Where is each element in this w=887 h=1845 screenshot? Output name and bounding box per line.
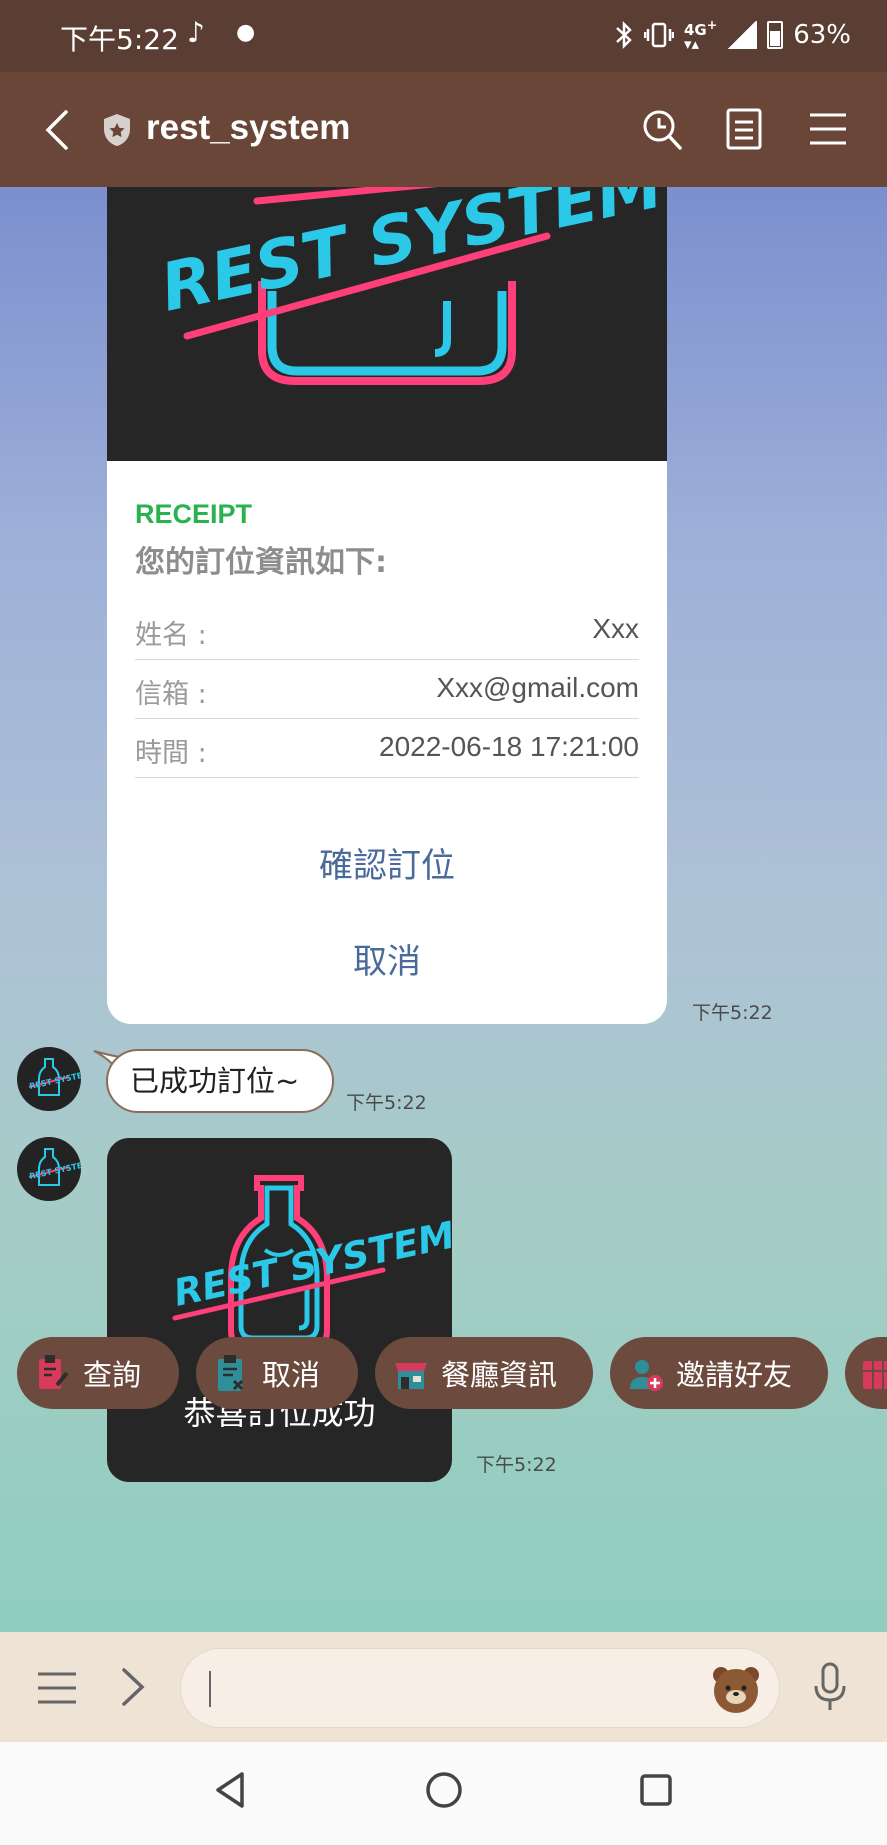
add-friend-icon xyxy=(630,1360,663,1391)
vibrate-icon xyxy=(643,22,674,47)
message-timestamp: 下午5:22 xyxy=(692,1002,773,1024)
menu-icon[interactable] xyxy=(36,1670,78,1706)
row-key: 時間 : xyxy=(135,738,207,769)
row-key: 姓名 : xyxy=(135,620,207,651)
hero-image: REST SYSTEM xyxy=(107,187,667,461)
row-key: 信箱 : xyxy=(135,679,207,710)
message-composer xyxy=(0,1632,887,1742)
quick-reply-label: 取消 xyxy=(262,1358,321,1392)
quick-reply-restaurant-info[interactable]: 餐廳資訊 xyxy=(375,1337,593,1409)
text-caret xyxy=(209,1671,211,1707)
bluetooth-icon xyxy=(616,20,632,49)
chat-area: REST SYSTEM RECEIPT 您的訂位資訊如下: 姓名 : Xxx 信… xyxy=(0,187,887,1632)
quick-reply-cancel[interactable]: 取消 xyxy=(196,1337,358,1409)
search-icon[interactable] xyxy=(640,106,684,152)
svg-text:REST SYSTEM: REST SYSTEM xyxy=(29,1159,81,1181)
chevron-right-icon[interactable] xyxy=(118,1666,148,1708)
receipt-title: 您的訂位資訊如下: xyxy=(135,545,387,580)
quick-reply-label: 查詢 xyxy=(83,1358,142,1392)
bear-sticker-icon[interactable] xyxy=(709,1661,763,1715)
battery-icon xyxy=(767,20,784,49)
nav-back-icon[interactable] xyxy=(212,1770,248,1810)
message-timestamp: 下午5:22 xyxy=(346,1092,427,1114)
row-value: 2022-06-18 17:21:00 xyxy=(379,731,639,762)
microphone-icon[interactable] xyxy=(812,1662,848,1714)
battery-level: 63% xyxy=(793,19,851,50)
quick-reply-label: 餐廳資訊 xyxy=(441,1358,558,1392)
nav-home-icon[interactable] xyxy=(424,1770,464,1810)
receipt-label: RECEIPT xyxy=(135,499,253,529)
row-value: Xxx@gmail.com xyxy=(436,672,639,703)
message-bubble[interactable]: 已成功訂位~ xyxy=(106,1049,334,1113)
system-nav-bar xyxy=(0,1742,887,1845)
cancel-clipboard-icon xyxy=(218,1355,244,1391)
back-icon[interactable] xyxy=(38,108,78,152)
chat-title: rest_system xyxy=(146,108,351,147)
rest-system-logo-icon: REST SYSTEM xyxy=(154,187,667,385)
music-note-icon: ♪ xyxy=(187,16,205,49)
notification-dot-icon: ● xyxy=(236,20,256,45)
menu-icon[interactable] xyxy=(806,106,850,152)
confirm-booking-button[interactable]: 確認訂位 xyxy=(107,838,667,887)
notes-icon[interactable] xyxy=(722,106,766,152)
quick-reply-invite-friend[interactable]: 邀請好友 xyxy=(610,1337,828,1409)
bottle-logo-icon: REST SYSTEM xyxy=(29,1148,81,1186)
nav-recents-icon[interactable] xyxy=(638,1770,674,1810)
quick-reply-query[interactable]: 查詢 xyxy=(17,1337,179,1409)
search-clipboard-icon xyxy=(39,1355,69,1389)
receipt-row-email: 信箱 : Xxx@gmail.com xyxy=(135,660,639,719)
store-icon xyxy=(395,1363,427,1389)
signal-icon xyxy=(727,20,758,49)
status-icons: 4G+ ▾▴ 63% xyxy=(614,17,851,53)
svg-text:REST SYSTEM: REST SYSTEM xyxy=(154,187,667,327)
network-type: 4G+ ▾▴ xyxy=(683,17,718,53)
calendar-icon xyxy=(863,1361,887,1389)
receipt-row-name: 姓名 : Xxx xyxy=(135,601,639,660)
message-input[interactable] xyxy=(180,1648,780,1728)
congrats-image-message[interactable]: REST SYSTEM 恭喜訂位成功 xyxy=(107,1138,452,1482)
shield-icon xyxy=(104,114,130,146)
bottle-logo-icon: REST SYSTEM xyxy=(29,1058,81,1096)
quick-reply-label: 邀請好友 xyxy=(676,1358,793,1392)
row-value: Xxx xyxy=(592,613,639,644)
status-bar: 下午5:22 ♪ ● 4G+ ▾▴ 63% xyxy=(0,0,887,72)
message-timestamp: 下午5:22 xyxy=(476,1454,557,1476)
bot-avatar[interactable]: REST SYSTEM xyxy=(17,1047,81,1111)
status-time: 下午5:22 xyxy=(60,23,179,56)
chat-header: rest_system xyxy=(0,72,887,187)
bot-avatar[interactable]: REST SYSTEM xyxy=(17,1137,81,1201)
cancel-booking-button[interactable]: 取消 xyxy=(107,934,667,983)
svg-text:REST SYSTEM: REST SYSTEM xyxy=(29,1069,81,1091)
receipt-row-time: 時間 : 2022-06-18 17:21:00 xyxy=(135,719,639,778)
receipt-card: REST SYSTEM RECEIPT 您的訂位資訊如下: 姓名 : Xxx 信… xyxy=(107,187,667,1024)
